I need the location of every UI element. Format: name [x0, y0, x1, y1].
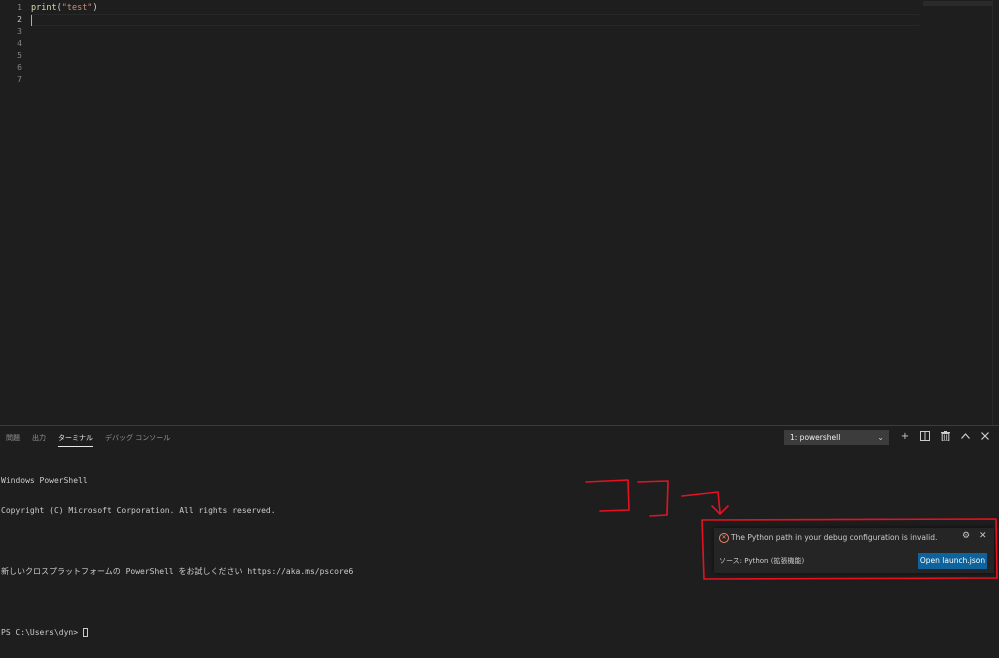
tab-terminal[interactable]: ターミナル [52, 430, 99, 447]
panel-tabs: 問題 出力 ターミナル デバッグ コンソール [0, 430, 176, 447]
code-token-string: "test" [61, 3, 93, 13]
gear-icon[interactable]: ⚙ [962, 531, 970, 541]
code-token-function: print [31, 3, 57, 13]
error-notification: ✕ The Python path in your debug configur… [714, 528, 994, 573]
tab-debug-console[interactable]: デバッグ コンソール [99, 430, 176, 446]
line-number: 3 [17, 27, 22, 36]
minimap-slider[interactable] [923, 1, 993, 6]
overview-ruler[interactable] [992, 0, 999, 425]
line-number: 5 [17, 51, 22, 60]
terminal-select[interactable]: 1: powershell ⌄ [784, 430, 889, 445]
line-number: 2 [17, 15, 22, 24]
notification-source: ソース: Python (拡張機能) [719, 557, 805, 565]
close-icon[interactable]: ✕ [979, 531, 987, 541]
text-cursor [31, 15, 32, 26]
line-number: 6 [17, 63, 22, 72]
code-lines[interactable]: print("test") [31, 2, 919, 26]
line-number: 4 [17, 39, 22, 48]
code-token-paren: ) [92, 3, 98, 13]
terminal-select-value: 1: powershell [790, 433, 841, 442]
line-number: 1 [17, 3, 22, 12]
open-launch-json-button[interactable]: Open launch.json [918, 553, 987, 569]
terminal-output[interactable]: Windows PowerShell Copyright (C) Microso… [1, 456, 353, 658]
close-icon[interactable] [978, 429, 992, 444]
terminal-prompt-line[interactable]: PS C:\Users\dyn> [1, 628, 353, 638]
line-number-gutter: 1 2 3 4 5 6 7 [0, 2, 22, 86]
code-line[interactable]: print("test") [31, 2, 919, 14]
tab-problems[interactable]: 問題 [0, 430, 26, 446]
trash-icon[interactable] [938, 429, 952, 444]
tab-output[interactable]: 出力 [26, 430, 52, 446]
chevron-down-icon: ⌄ [877, 433, 884, 442]
terminal-cursor [82, 628, 88, 637]
line-number: 7 [17, 75, 22, 84]
terminal-prompt: PS C:\Users\dyn> [1, 628, 83, 637]
plus-icon[interactable]: + [898, 429, 912, 444]
terminal-line: Copyright (C) Microsoft Corporation. All… [1, 506, 276, 515]
split-icon[interactable] [918, 429, 932, 444]
editor-area[interactable]: 1 2 3 4 5 6 7 print("test") [0, 0, 999, 425]
notification-message: The Python path in your debug configurat… [731, 533, 938, 542]
terminal-line: 新しいクロスプラットフォームの PowerShell をお試しください http… [1, 567, 354, 576]
terminal-line: Windows PowerShell [1, 476, 88, 485]
code-line-current[interactable] [31, 14, 919, 26]
chevron-up-icon[interactable] [958, 429, 972, 444]
error-icon: ✕ [719, 533, 729, 543]
